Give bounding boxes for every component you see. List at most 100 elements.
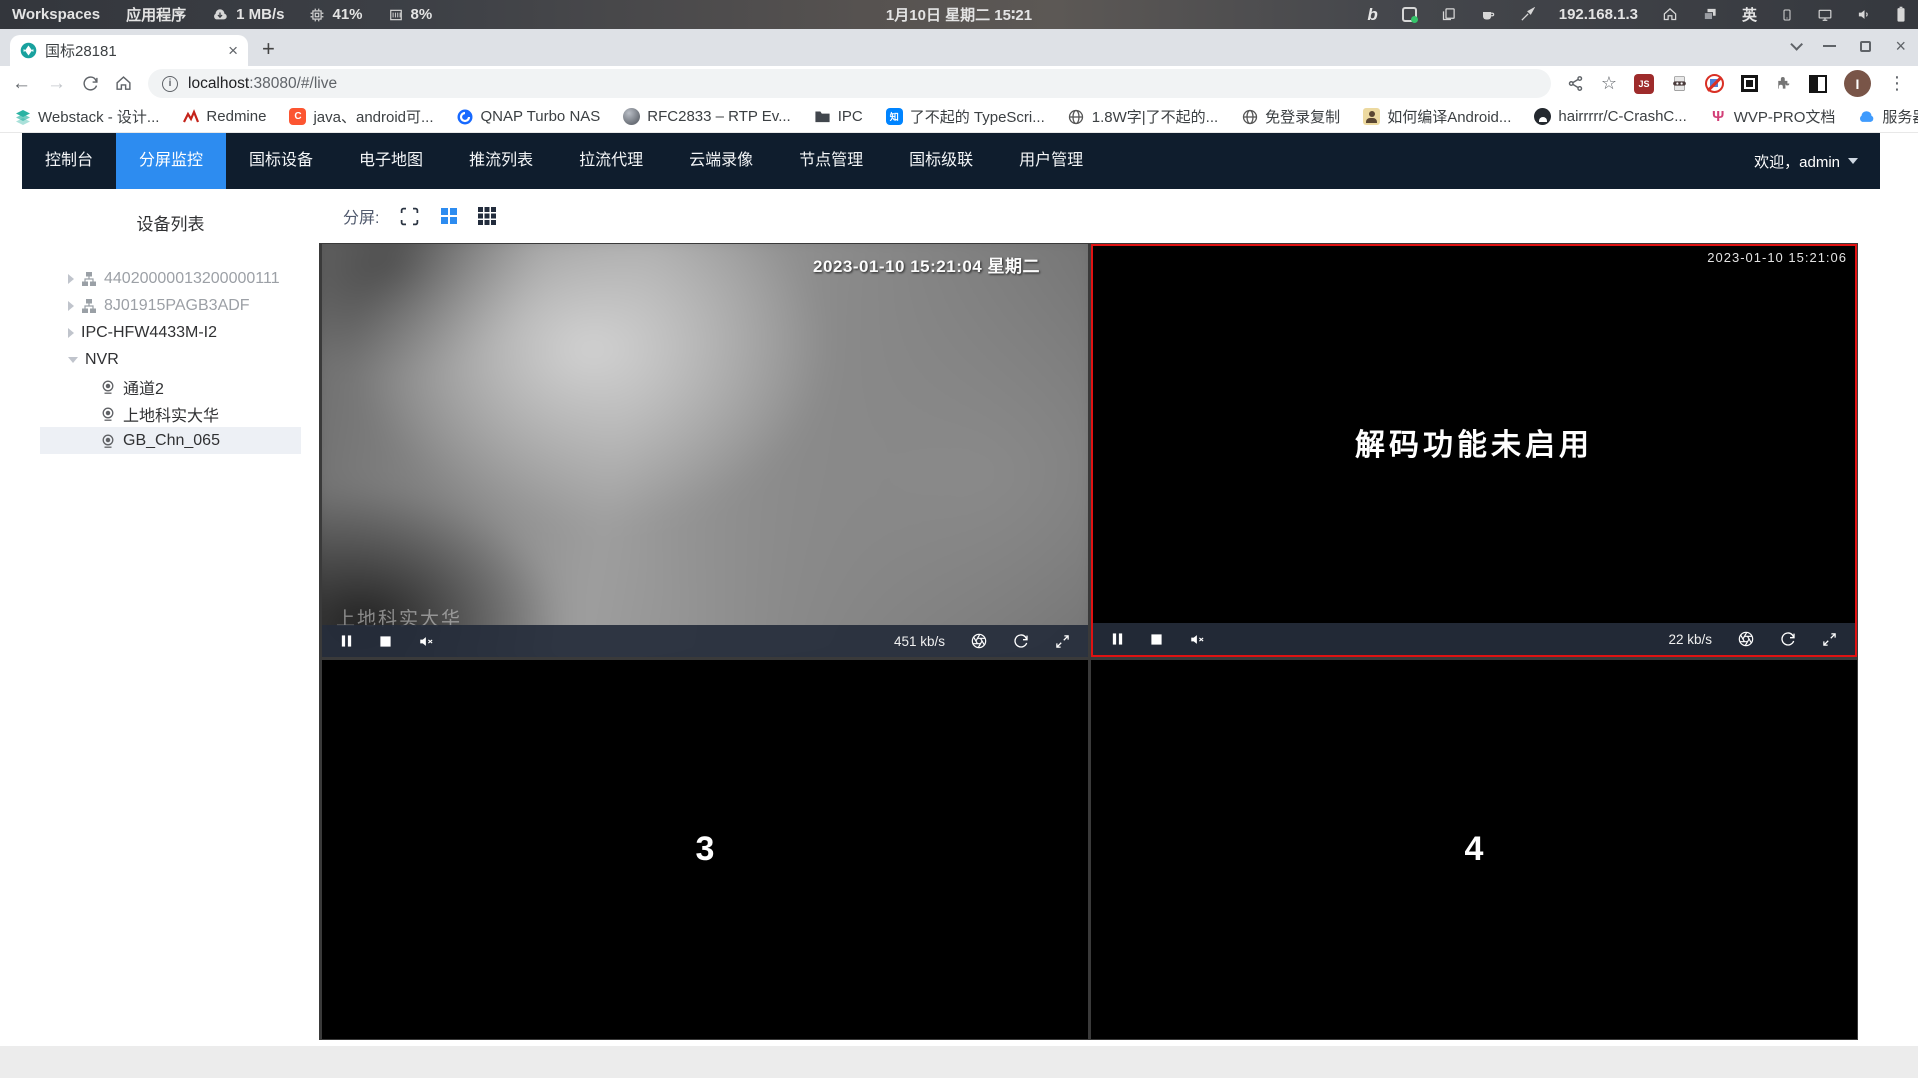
expand-icon[interactable] [1055, 634, 1070, 649]
layers-icon [14, 108, 31, 125]
bookmark-webstack[interactable]: Webstack - 设计... [14, 106, 159, 127]
contrast-extension-icon[interactable] [1809, 74, 1827, 93]
network-speed-indicator: 1 MB/s [212, 6, 284, 23]
coffee-cup-icon[interactable] [1480, 7, 1496, 22]
mute-icon[interactable] [1189, 632, 1206, 647]
bing-icon[interactable]: b [1367, 5, 1377, 25]
battery-icon[interactable] [1896, 6, 1906, 23]
person-icon [1363, 108, 1381, 125]
live-view-main: 分屏: 2023-01-10 15:21:04 星期二 上地科实大华 451 k… [319, 189, 1880, 1046]
bookmark-wvp-docs[interactable]: Ψ WVP-PRO文档 [1710, 106, 1835, 127]
nav-item-e-map[interactable]: 电子地图 [336, 133, 446, 189]
github-icon [1534, 108, 1552, 125]
nav-item-push-streams[interactable]: 推流列表 [446, 133, 556, 189]
snapshot-aperture-icon[interactable] [1738, 631, 1754, 647]
bookmark-android-build[interactable]: 如何编译Android... [1363, 106, 1511, 127]
profile-avatar[interactable]: I [1844, 70, 1871, 97]
display-icon[interactable] [1817, 8, 1833, 22]
new-tab-button[interactable]: + [262, 36, 275, 62]
bookmark-copy-tool[interactable]: 免登录复制 [1241, 106, 1340, 127]
browser-menu-icon[interactable]: ⋮ [1888, 73, 1906, 94]
pause-icon[interactable] [340, 634, 353, 648]
bookmark-cloud-server[interactable]: 服务器 - 轻量应用... [1858, 106, 1918, 127]
bookmark-folder-ipc[interactable]: IPC [814, 108, 863, 125]
bookmark-zhihu[interactable]: 知 了不起的 TypeScri... [885, 106, 1045, 127]
windows-stack-icon[interactable] [1702, 7, 1718, 22]
snapshot-aperture-icon[interactable] [971, 633, 987, 649]
nav-item-node-manage[interactable]: 节点管理 [776, 133, 886, 189]
incognito-mask-extension-icon[interactable] [1671, 75, 1688, 92]
js-extension-icon[interactable]: JS [1634, 73, 1654, 94]
nav-item-cloud-record[interactable]: 云端录像 [666, 133, 776, 189]
tree-node-platform[interactable]: 44020000013200000111 [40, 265, 301, 292]
tree-node-device[interactable]: IPC-HFW4433M-I2 [40, 319, 301, 346]
tree-node-platform[interactable]: 8J01915PAGB3ADF [40, 292, 301, 319]
adblock-extension-icon[interactable] [1705, 74, 1724, 93]
window-close-icon[interactable]: × [1895, 37, 1906, 55]
user-menu[interactable]: 欢迎，admin [1754, 133, 1880, 189]
bookmark-rfc2833[interactable]: RFC2833 – RTP Ev... [623, 108, 791, 125]
bookmark-csdn[interactable]: C java、android可... [289, 106, 434, 127]
nav-item-pull-proxy[interactable]: 拉流代理 [556, 133, 666, 189]
browser-tab[interactable]: 国标28181 × [10, 35, 248, 66]
address-bar[interactable]: i localhost:38080/#/live [148, 69, 1551, 98]
mute-icon[interactable] [418, 634, 435, 649]
extensions-puzzle-icon[interactable] [1775, 75, 1792, 92]
video-cell-3[interactable]: 3 [322, 660, 1088, 1039]
caret-right-icon[interactable] [68, 273, 74, 284]
tree-node-channel-selected[interactable]: GB_Chn_065 [40, 427, 301, 454]
expand-icon[interactable] [1822, 632, 1837, 647]
input-method-indicator[interactable]: 英 [1742, 4, 1757, 25]
nav-item-console[interactable]: 控制台 [22, 133, 116, 189]
tree-node-channel[interactable]: 通道2 [40, 373, 301, 400]
tab-close-icon[interactable]: × [228, 41, 238, 61]
applications-button[interactable]: 应用程序 [126, 4, 186, 25]
tool-icon[interactable] [1520, 7, 1535, 22]
fullscreen-icon[interactable] [399, 206, 420, 227]
bookmark-redmine[interactable]: Redmine [182, 108, 266, 125]
caret-down-icon[interactable] [68, 356, 78, 363]
video-cell-1[interactable]: 2023-01-10 15:21:04 星期二 上地科实大华 451 kb/s [322, 244, 1088, 657]
grid-2x2-icon[interactable] [440, 207, 458, 225]
stop-icon[interactable] [1150, 633, 1163, 646]
caret-right-icon[interactable] [68, 300, 74, 311]
tab-search-chevron-icon[interactable] [1790, 37, 1804, 51]
nav-item-user-manage[interactable]: 用户管理 [996, 133, 1106, 189]
bookmark-typescript-article[interactable]: 1.8W字|了不起的... [1068, 106, 1218, 127]
video-cell-4[interactable]: 4 [1091, 660, 1857, 1039]
caret-right-icon[interactable] [68, 327, 74, 338]
grid-3x3-icon[interactable] [478, 207, 497, 225]
workspaces-button[interactable]: Workspaces [12, 6, 100, 23]
screenshot-app-icon[interactable] [1401, 7, 1418, 23]
globe-icon [1241, 108, 1258, 125]
back-icon[interactable]: ← [12, 73, 31, 95]
nav-item-gb-devices[interactable]: 国标设备 [226, 133, 336, 189]
memory-icon [389, 8, 403, 22]
video-cell-2[interactable]: 2023-01-10 15:21:06 解码功能未启用 22 kb/s [1091, 244, 1857, 657]
browser-home-icon[interactable] [115, 75, 132, 92]
tree-node-device-nvr[interactable]: NVR [40, 346, 301, 373]
stop-icon[interactable] [379, 635, 392, 648]
nav-item-gb-cascade[interactable]: 国标级联 [886, 133, 996, 189]
clipboard-icon[interactable] [1441, 7, 1456, 22]
bookmark-github-crashc[interactable]: hairrrrr/C-CrashC... [1534, 108, 1687, 125]
nav-item-split-monitor[interactable]: 分屏监控 [116, 133, 227, 189]
volume-icon[interactable] [1857, 7, 1872, 22]
home-icon[interactable] [1662, 7, 1678, 22]
refresh-icon[interactable] [1780, 631, 1796, 647]
memory-usage: 8% [410, 6, 433, 23]
frame-extension-icon[interactable] [1741, 75, 1758, 92]
restore-icon[interactable] [1860, 40, 1872, 52]
refresh-icon[interactable] [1013, 633, 1029, 649]
forward-icon[interactable]: → [47, 73, 66, 95]
minimize-icon[interactable] [1823, 45, 1837, 47]
tree-node-channel[interactable]: 上地科实大华 [40, 400, 301, 427]
device-tree: 44020000013200000111 8J01915PAGB3ADF IPC… [22, 265, 319, 454]
site-info-icon[interactable]: i [162, 75, 178, 92]
share-icon[interactable] [1567, 75, 1584, 92]
bookmark-qnap[interactable]: QNAP Turbo NAS [457, 108, 600, 125]
reload-icon[interactable] [82, 75, 99, 92]
pause-icon[interactable] [1111, 632, 1124, 646]
phone-icon[interactable] [1781, 7, 1793, 23]
bookmark-star-icon[interactable]: ☆ [1601, 73, 1617, 94]
